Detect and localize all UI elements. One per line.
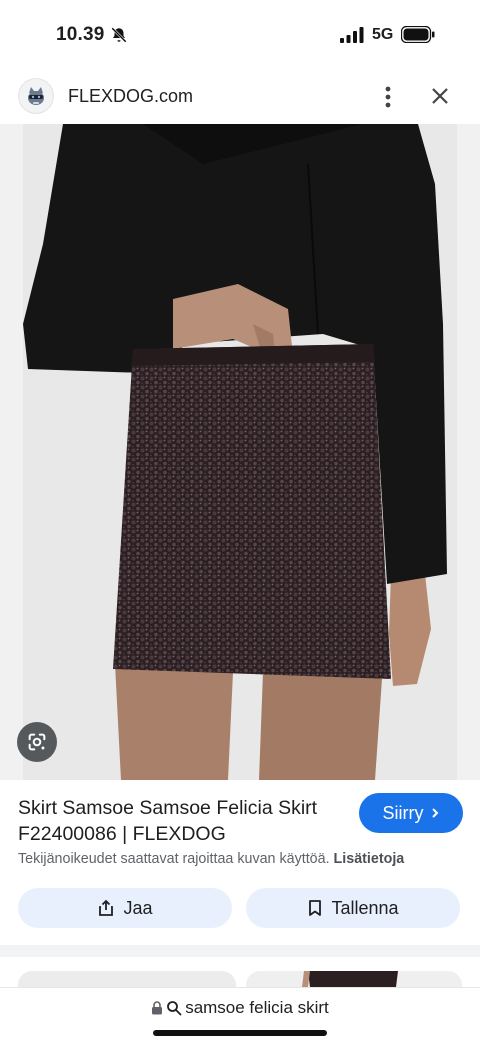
visit-button[interactable]: Siirry	[359, 793, 463, 833]
copyright-notice: Tekijänoikeudet saattavat rajoittaa kuva…	[18, 851, 404, 867]
save-button[interactable]: Tallenna	[246, 888, 460, 928]
share-button[interactable]: Jaa	[18, 888, 232, 928]
lock-icon	[152, 1001, 163, 1015]
search-query: samsoe felicia skirt	[185, 998, 329, 1017]
product-photo	[23, 124, 457, 780]
site-logo-icon[interactable]	[18, 78, 54, 114]
signal-icon	[340, 27, 364, 43]
search-icon	[167, 1001, 182, 1016]
result-title[interactable]: Skirt Samsoe Samsoe Felicia Skirt F22400…	[18, 795, 338, 847]
more-vert-icon[interactable]	[377, 84, 399, 110]
google-lens-icon[interactable]	[17, 722, 57, 762]
related-result-card[interactable]	[18, 971, 236, 987]
battery-icon	[401, 26, 435, 43]
bell-muted-icon	[111, 27, 127, 43]
bookmark-icon	[309, 900, 322, 916]
result-info-panel: Skirt Samsoe Samsoe Felicia Skirt F22400…	[0, 780, 480, 945]
search-query-bar[interactable]: samsoe felicia skirt	[0, 998, 480, 1018]
share-button-label: Jaa	[123, 897, 153, 918]
related-results	[0, 957, 480, 987]
more-info-link[interactable]: Lisätietoja	[334, 851, 405, 867]
status-bar: 10.39 5G	[0, 0, 480, 70]
status-time: 10.39	[56, 24, 105, 45]
bottom-bar: samsoe felicia skirt	[0, 987, 480, 1043]
product-image-area[interactable]	[0, 124, 480, 780]
save-button-label: Tallenna	[331, 897, 399, 918]
network-type: 5G	[372, 26, 394, 43]
browser-top-bar: FLEXDOG.com	[0, 70, 480, 124]
related-result-card[interactable]	[246, 971, 462, 987]
visit-button-label: Siirry	[382, 802, 424, 823]
section-divider	[0, 945, 480, 957]
home-indicator[interactable]	[153, 1030, 327, 1036]
close-icon[interactable]	[428, 84, 452, 108]
share-icon	[99, 899, 114, 916]
site-name: FLEXDOG.com	[68, 86, 194, 106]
copyright-text: Tekijänoikeudet saattavat rajoittaa kuva…	[18, 851, 330, 867]
related-thumbnail	[302, 971, 398, 987]
chevron-right-icon	[431, 808, 438, 818]
